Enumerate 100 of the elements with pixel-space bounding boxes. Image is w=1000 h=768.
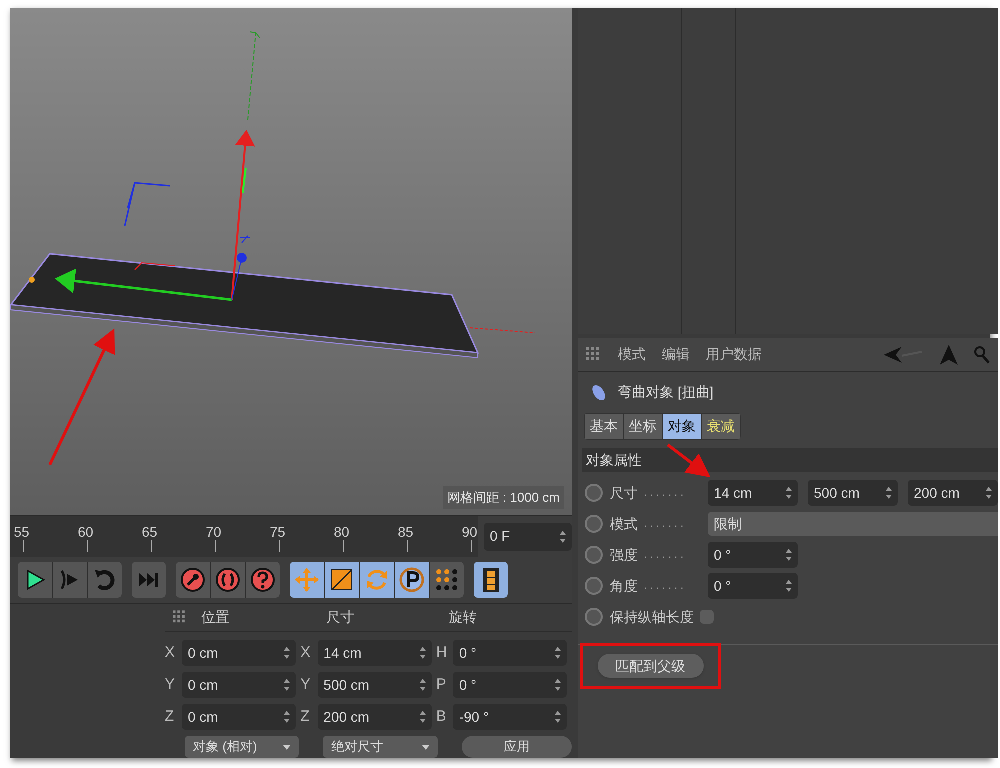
value-field[interactable]: 0 cm xyxy=(182,704,296,730)
value-field[interactable]: 0 cm xyxy=(182,672,296,698)
spinner-icon xyxy=(555,679,562,691)
spinner-icon xyxy=(284,647,290,659)
parameter-label: 尺寸 xyxy=(610,484,638,502)
value-field[interactable]: 14 cm xyxy=(708,480,798,506)
animate-radio-icon xyxy=(584,607,604,627)
value-field[interactable]: 500 cm xyxy=(318,672,432,698)
value-field[interactable]: 500 cm xyxy=(808,480,898,506)
label-leader: . . . . . . . xyxy=(644,486,685,501)
mode-dropdown[interactable]: 限制 xyxy=(708,512,998,536)
match-to-parent-button[interactable]: 匹配到父级 xyxy=(598,654,704,678)
checkbox[interactable] xyxy=(700,610,714,624)
spinner-icon xyxy=(284,679,290,691)
animate-radio-icon xyxy=(584,576,604,596)
menu-item[interactable]: 模式 xyxy=(618,344,646,365)
value-field[interactable]: 0 ° xyxy=(708,542,798,568)
menu-item[interactable]: 用户数据 xyxy=(706,344,762,365)
label-leader: . . . . . . . xyxy=(644,578,685,594)
value-field[interactable]: 0 ° xyxy=(453,672,568,698)
toolbar-button[interactable] xyxy=(211,562,245,598)
animate-radio-icon xyxy=(584,514,604,534)
spinner-icon xyxy=(786,487,792,499)
toolbar-button[interactable] xyxy=(395,562,429,598)
axis-label: Z xyxy=(300,706,311,727)
param-mode-icon xyxy=(399,567,425,593)
axis-label: B xyxy=(436,706,448,727)
up-arrow-icon xyxy=(940,344,958,364)
spinner-icon xyxy=(420,647,426,659)
axis-label: Z xyxy=(165,706,176,727)
key-icon xyxy=(180,567,206,593)
tab[interactable]: 衰减 xyxy=(702,414,740,439)
caret-icon xyxy=(422,744,430,750)
toolbar-button[interactable] xyxy=(325,562,359,598)
spinner-icon xyxy=(886,487,892,499)
axis-label: X xyxy=(165,642,176,663)
spinner-icon xyxy=(555,711,562,723)
tick-label: 70 xyxy=(206,523,222,542)
move-icon xyxy=(294,567,320,593)
apply-button[interactable]: 应用 xyxy=(462,736,572,758)
dropdown[interactable]: 绝对尺寸 xyxy=(323,736,438,758)
spinner-icon xyxy=(786,549,792,561)
timeline-ruler[interactable]: 55 60 65 70 75 80 85 90 xyxy=(10,516,478,557)
toolbar-button[interactable] xyxy=(246,562,280,598)
parameter-label: 角度 xyxy=(610,576,638,596)
toolbar-button[interactable] xyxy=(430,562,464,598)
value-field[interactable]: 200 cm xyxy=(908,480,998,506)
object-title: 弯曲对象 [扭曲] xyxy=(618,383,714,402)
toolbar-button[interactable] xyxy=(176,562,210,598)
value-field[interactable]: 0 ° xyxy=(708,573,798,599)
spinner-icon xyxy=(986,487,992,499)
parameter-label: 模式 xyxy=(610,514,638,534)
toolbar-button[interactable] xyxy=(18,562,52,598)
tab[interactable]: 坐标 xyxy=(624,414,662,439)
back-arrow-icon xyxy=(884,346,924,364)
frame-field[interactable]: 0 F xyxy=(484,522,572,550)
rotate-icon xyxy=(364,567,390,593)
tick-label: 65 xyxy=(142,523,158,542)
tick-label: 55 xyxy=(14,523,30,542)
label-leader: . . . . . . . xyxy=(644,548,685,563)
autokey-icon xyxy=(215,567,241,593)
dropdown[interactable]: 对象 (相对) xyxy=(185,736,300,758)
help-icon xyxy=(250,567,276,593)
axis-label: X xyxy=(300,642,312,663)
spinner-icon xyxy=(560,530,566,542)
grid-spacing-label: 网格间距 : 1000 cm xyxy=(443,486,564,509)
scale-icon xyxy=(329,567,355,593)
value-field[interactable]: 14 cm xyxy=(318,640,432,666)
tick-label: 60 xyxy=(78,523,94,542)
tab[interactable]: 对象 xyxy=(663,414,701,439)
axis-label: P xyxy=(436,674,448,695)
caret-icon xyxy=(283,744,292,750)
menu-item[interactable]: 编辑 xyxy=(662,344,690,365)
parameter-label: 保持纵轴长度 xyxy=(610,608,694,626)
spinner-icon xyxy=(555,647,562,659)
axis-label: H xyxy=(436,642,448,663)
column-heading: 尺寸 xyxy=(326,608,356,627)
parameter-label: 强度 xyxy=(610,546,638,564)
value-field[interactable]: 0 ° xyxy=(453,640,568,666)
tab[interactable]: 基本 xyxy=(585,414,623,439)
value-field[interactable]: -90 ° xyxy=(453,704,568,730)
spinner-icon xyxy=(786,580,792,592)
spinner-icon xyxy=(420,679,426,691)
spinner-icon xyxy=(284,711,290,723)
axis-label: Y xyxy=(300,674,312,695)
search-icon xyxy=(974,346,990,364)
tick-label: 90 xyxy=(462,523,478,542)
annotation-arrow xyxy=(667,444,711,478)
animate-radio-icon xyxy=(584,483,604,503)
points-grid-icon xyxy=(434,567,460,593)
section-header: 对象属性 xyxy=(586,450,642,470)
tick-label: 75 xyxy=(270,523,286,542)
label-leader: . . . . . . . xyxy=(644,516,685,532)
value-field[interactable]: 0 cm xyxy=(182,640,296,666)
value-field[interactable]: 200 cm xyxy=(318,704,432,730)
column-heading: 位置 xyxy=(202,608,231,627)
animate-radio-icon xyxy=(584,545,604,565)
toolbar-button[interactable] xyxy=(474,562,508,598)
panel-grip-icon xyxy=(173,610,188,626)
column-heading: 旋转 xyxy=(449,608,478,627)
